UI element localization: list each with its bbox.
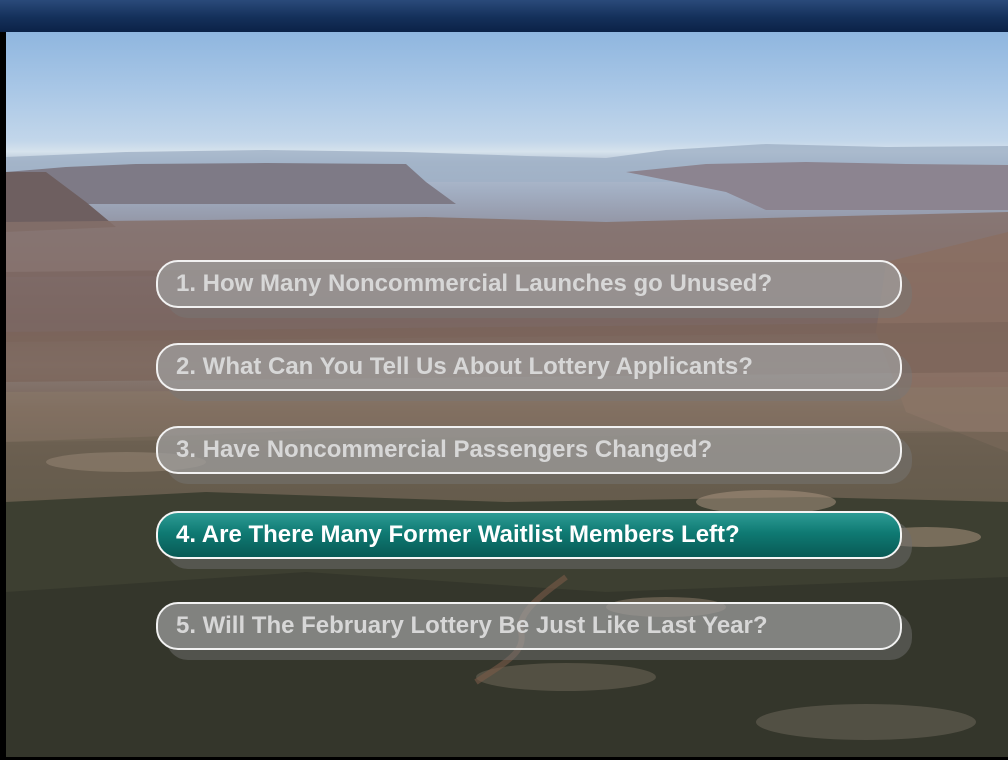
slide: 1. How Many Noncommercial Launches go Un… — [0, 0, 1008, 760]
menu-item-3[interactable]: 3. Have Noncommercial Passengers Changed… — [156, 426, 902, 474]
menu-item-5[interactable]: 5. Will The February Lottery Be Just Lik… — [156, 602, 902, 650]
title-bar — [0, 0, 1008, 32]
menu-item-1[interactable]: 1. How Many Noncommercial Launches go Un… — [156, 260, 902, 308]
menu-item-2[interactable]: 2. What Can You Tell Us About Lottery Ap… — [156, 343, 902, 391]
menu-item-4-active[interactable]: 4. Are There Many Former Waitlist Member… — [156, 511, 902, 559]
